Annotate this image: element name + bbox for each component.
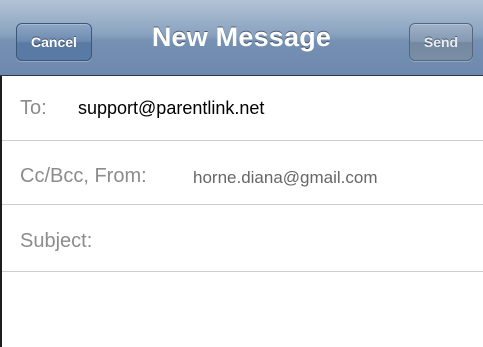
subject-label: Subject: bbox=[20, 230, 93, 252]
to-label: To: bbox=[20, 97, 47, 119]
compose-screen: Cancel New Message Send To: support@pare… bbox=[0, 0, 483, 347]
to-field[interactable]: To: support@parentlink.net bbox=[0, 77, 483, 141]
subject-field[interactable]: Subject: bbox=[0, 206, 483, 272]
message-body[interactable] bbox=[0, 272, 483, 347]
cc-bcc-from-label: Cc/Bcc, From: bbox=[20, 165, 147, 187]
cc-bcc-from-field[interactable]: Cc/Bcc, From: horne.diana@gmail.com bbox=[0, 141, 483, 205]
screen-edge bbox=[0, 76, 2, 347]
navigation-bar: Cancel New Message Send bbox=[0, 0, 483, 76]
from-address[interactable]: horne.diana@gmail.com bbox=[193, 168, 378, 188]
send-button[interactable]: Send bbox=[409, 23, 473, 61]
to-recipient[interactable]: support@parentlink.net bbox=[78, 98, 264, 119]
